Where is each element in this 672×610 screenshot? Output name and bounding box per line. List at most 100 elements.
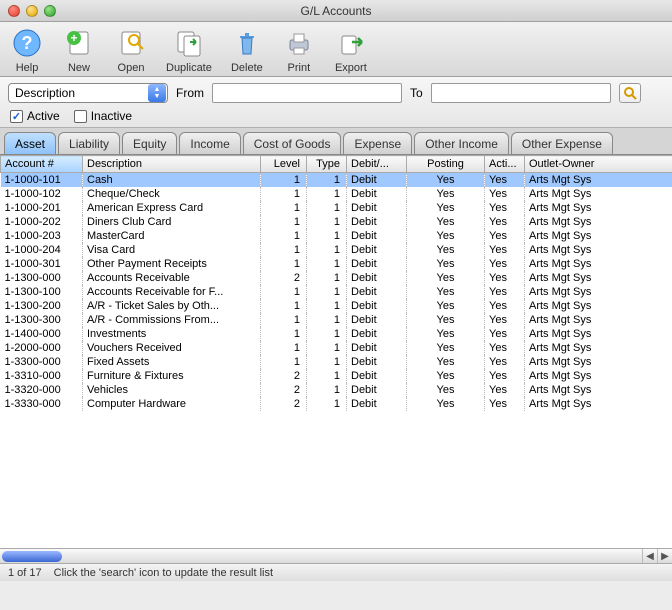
cell-owner: Arts Mgt Sys <box>525 243 672 257</box>
col-description[interactable]: Description <box>83 156 261 173</box>
cell-owner: Arts Mgt Sys <box>525 271 672 285</box>
cell-level: 1 <box>261 341 307 355</box>
cell-posting: Yes <box>407 369 485 383</box>
table-row[interactable]: 1-1000-203MasterCard11DebitYesYesArts Mg… <box>1 229 672 243</box>
table-row[interactable]: 1-1000-201American Express Card11DebitYe… <box>1 201 672 215</box>
tab-expense[interactable]: Expense <box>343 132 412 154</box>
search-button[interactable] <box>619 83 641 103</box>
cell-type: 1 <box>307 355 347 369</box>
cell-level: 1 <box>261 257 307 271</box>
delete-icon <box>230 26 264 60</box>
horizontal-scrollbar[interactable]: ◀ ▶ <box>0 548 672 563</box>
table-row[interactable]: 1-1300-100Accounts Receivable for F...11… <box>1 285 672 299</box>
search-field-combo[interactable]: Description ▲▼ <box>8 83 168 103</box>
table-row[interactable]: 1-3320-000Vehicles21DebitYesYesArts Mgt … <box>1 383 672 397</box>
scroll-left-arrow-icon[interactable]: ◀ <box>642 549 657 564</box>
col-posting[interactable]: Posting <box>407 156 485 173</box>
cell-type: 1 <box>307 271 347 285</box>
cell-description: Diners Club Card <box>83 215 261 229</box>
cell-level: 1 <box>261 327 307 341</box>
cell-account: 1-1300-000 <box>1 271 83 285</box>
cell-account: 1-1000-102 <box>1 187 83 201</box>
table-row[interactable]: 1-1000-101Cash11DebitYesYesArts Mgt Sys <box>1 173 672 188</box>
cell-active: Yes <box>485 229 525 243</box>
table-row[interactable]: 1-1300-000Accounts Receivable21DebitYesY… <box>1 271 672 285</box>
export-button[interactable]: Export <box>334 26 368 74</box>
tab-cost-of-goods[interactable]: Cost of Goods <box>243 132 342 154</box>
toolbar: ?Help +New Open Duplicate Delete Print Export <box>0 22 672 77</box>
cell-active: Yes <box>485 257 525 271</box>
table-row[interactable]: 1-1300-200A/R - Ticket Sales by Oth...11… <box>1 299 672 313</box>
cell-debit: Debit <box>347 355 407 369</box>
table-row[interactable]: 1-3300-000Fixed Assets11DebitYesYesArts … <box>1 355 672 369</box>
col-type[interactable]: Type <box>307 156 347 173</box>
table-row[interactable]: 1-3310-000Furniture & Fixtures21DebitYes… <box>1 369 672 383</box>
table-row[interactable]: 1-1000-202Diners Club Card11DebitYesYesA… <box>1 215 672 229</box>
filter-bar: Description ▲▼ From To ✓ Active Inactive <box>0 77 672 128</box>
tab-other-expense[interactable]: Other Expense <box>511 132 613 154</box>
from-input[interactable] <box>212 83 402 103</box>
cell-posting: Yes <box>407 187 485 201</box>
export-label: Export <box>335 62 367 74</box>
col-debit[interactable]: Debit/... <box>347 156 407 173</box>
open-label: Open <box>118 62 145 74</box>
cell-posting: Yes <box>407 201 485 215</box>
cell-posting: Yes <box>407 383 485 397</box>
table-row[interactable]: 1-1000-301Other Payment Receipts11DebitY… <box>1 257 672 271</box>
cell-owner: Arts Mgt Sys <box>525 257 672 271</box>
table-row[interactable]: 1-1300-300A/R - Commissions From...11Deb… <box>1 313 672 327</box>
duplicate-button[interactable]: Duplicate <box>166 26 212 74</box>
cell-level: 2 <box>261 369 307 383</box>
table-row[interactable]: 1-2000-000Vouchers Received11DebitYesYes… <box>1 341 672 355</box>
col-level[interactable]: Level <box>261 156 307 173</box>
cell-owner: Arts Mgt Sys <box>525 229 672 243</box>
cell-type: 1 <box>307 229 347 243</box>
cell-active: Yes <box>485 327 525 341</box>
tab-equity[interactable]: Equity <box>122 132 177 154</box>
to-input[interactable] <box>431 83 611 103</box>
tab-other-income[interactable]: Other Income <box>414 132 509 154</box>
cell-level: 1 <box>261 229 307 243</box>
cell-account: 1-1300-200 <box>1 299 83 313</box>
cell-description: MasterCard <box>83 229 261 243</box>
cell-posting: Yes <box>407 271 485 285</box>
table-row[interactable]: 1-1000-204Visa Card11DebitYesYesArts Mgt… <box>1 243 672 257</box>
scroll-right-arrow-icon[interactable]: ▶ <box>657 549 672 564</box>
inactive-checkbox[interactable]: Inactive <box>74 109 132 123</box>
search-field-label: Description <box>15 86 75 100</box>
print-button[interactable]: Print <box>282 26 316 74</box>
cell-owner: Arts Mgt Sys <box>525 383 672 397</box>
cell-description: Visa Card <box>83 243 261 257</box>
scroll-thumb[interactable] <box>2 551 62 562</box>
cell-account: 1-1300-300 <box>1 313 83 327</box>
tab-income[interactable]: Income <box>179 132 240 154</box>
table-container: Account # Description Level Type Debit/.… <box>0 155 672 563</box>
tab-asset[interactable]: Asset <box>4 132 56 154</box>
col-account[interactable]: Account # <box>1 156 83 173</box>
col-owner[interactable]: Outlet-Owner <box>525 156 672 173</box>
cell-level: 1 <box>261 285 307 299</box>
cell-type: 1 <box>307 201 347 215</box>
new-button[interactable]: +New <box>62 26 96 74</box>
cell-type: 1 <box>307 369 347 383</box>
active-checkbox[interactable]: ✓ Active <box>10 109 60 123</box>
cell-type: 1 <box>307 257 347 271</box>
open-button[interactable]: Open <box>114 26 148 74</box>
cell-posting: Yes <box>407 173 485 188</box>
cell-posting: Yes <box>407 355 485 369</box>
cell-account: 1-3320-000 <box>1 383 83 397</box>
inactive-checkbox-label: Inactive <box>91 109 132 123</box>
table-row[interactable]: 1-3330-000Computer Hardware21DebitYesYes… <box>1 397 672 411</box>
help-button[interactable]: ?Help <box>10 26 44 74</box>
cell-posting: Yes <box>407 285 485 299</box>
cell-active: Yes <box>485 243 525 257</box>
table-row[interactable]: 1-1000-102Cheque/Check11DebitYesYesArts … <box>1 187 672 201</box>
cell-type: 1 <box>307 299 347 313</box>
delete-button[interactable]: Delete <box>230 26 264 74</box>
cell-description: Accounts Receivable <box>83 271 261 285</box>
cell-owner: Arts Mgt Sys <box>525 215 672 229</box>
tab-liability[interactable]: Liability <box>58 132 120 154</box>
col-active[interactable]: Acti... <box>485 156 525 173</box>
table-row[interactable]: 1-1400-000Investments11DebitYesYesArts M… <box>1 327 672 341</box>
checkbox-icon <box>74 110 87 123</box>
